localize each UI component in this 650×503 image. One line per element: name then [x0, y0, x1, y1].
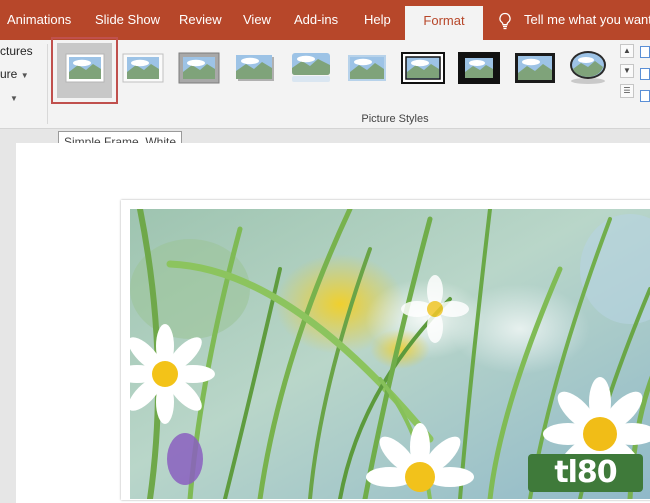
style-metal-frame[interactable] [176, 48, 222, 86]
style-oval[interactable] [566, 48, 612, 86]
gallery-scroll-up[interactable]: ▲ [620, 44, 634, 58]
picture-layout-icon[interactable] [640, 90, 650, 102]
watermark-logo: tl80 [528, 454, 643, 492]
picture-effects-icon[interactable] [640, 68, 650, 80]
gallery-more-button[interactable]: ☰ [620, 84, 634, 98]
style-double-frame-black[interactable] [400, 48, 446, 86]
picture-styles-group-label: Picture Styles [361, 113, 429, 125]
style-beveled-matte-white[interactable] [120, 48, 166, 86]
picture-border-icon[interactable] [640, 46, 650, 58]
style-reflected-rounded-rectangle[interactable] [288, 48, 334, 86]
pictures-command[interactable]: ctures [0, 44, 33, 58]
style-simple-frame-black[interactable] [512, 48, 558, 86]
group-separator [47, 44, 48, 124]
style-simple-frame-white[interactable] [62, 48, 108, 86]
more-command[interactable]: ▼ [10, 90, 18, 104]
style-drop-shadow-rectangle[interactable] [232, 48, 278, 86]
tab-view[interactable]: View [243, 0, 271, 40]
tab-add-ins[interactable]: Add-ins [294, 0, 338, 40]
chevron-down-icon: ▼ [20, 71, 29, 80]
tab-slide-show[interactable]: Slide Show [95, 0, 160, 40]
style-thick-matte-black[interactable] [456, 48, 502, 86]
gallery-scroll-down[interactable]: ▼ [620, 64, 634, 78]
tab-review[interactable]: Review [179, 0, 222, 40]
tab-animations[interactable]: Animations [7, 0, 71, 40]
lightbulb-icon[interactable] [497, 12, 513, 30]
style-soft-edge-rectangle[interactable] [344, 48, 390, 86]
chevron-down-icon: ▼ [10, 94, 18, 103]
picture-command[interactable]: ure ▼ [0, 67, 29, 81]
ribbon-tab-bar: Animations Slide Show Review View Add-in… [0, 0, 650, 40]
tab-help[interactable]: Help [364, 0, 391, 40]
tell-me-search[interactable]: Tell me what you want t [524, 0, 650, 40]
tab-format[interactable]: Format [405, 6, 483, 40]
